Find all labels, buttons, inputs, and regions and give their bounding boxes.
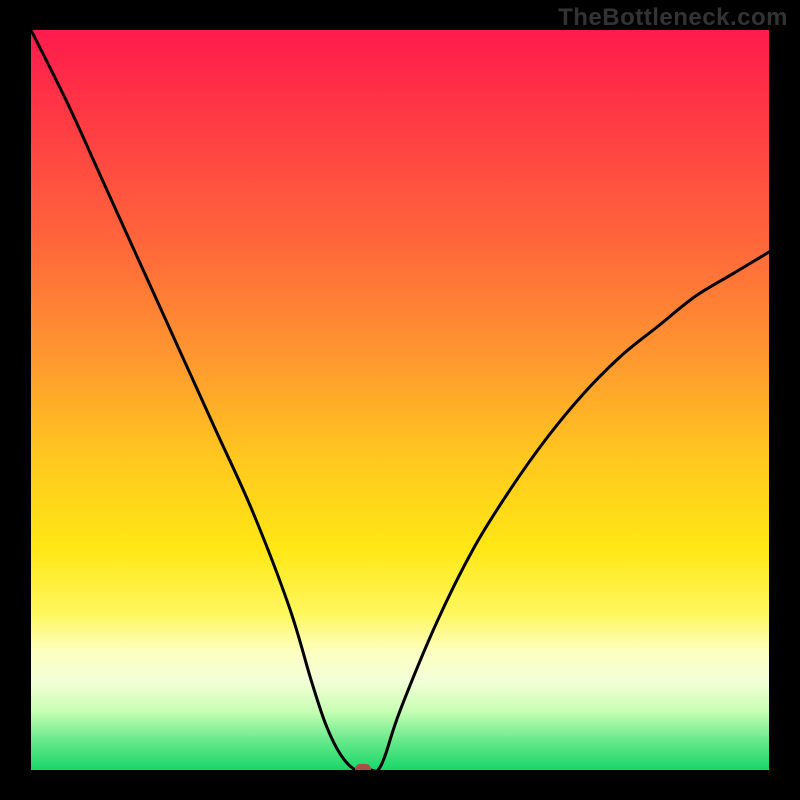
chart-frame: TheBottleneck.com — [0, 0, 800, 800]
attribution-text: TheBottleneck.com — [558, 4, 788, 32]
plot-area — [31, 30, 769, 770]
bottleneck-curve — [31, 30, 769, 770]
optimum-marker — [355, 764, 371, 770]
